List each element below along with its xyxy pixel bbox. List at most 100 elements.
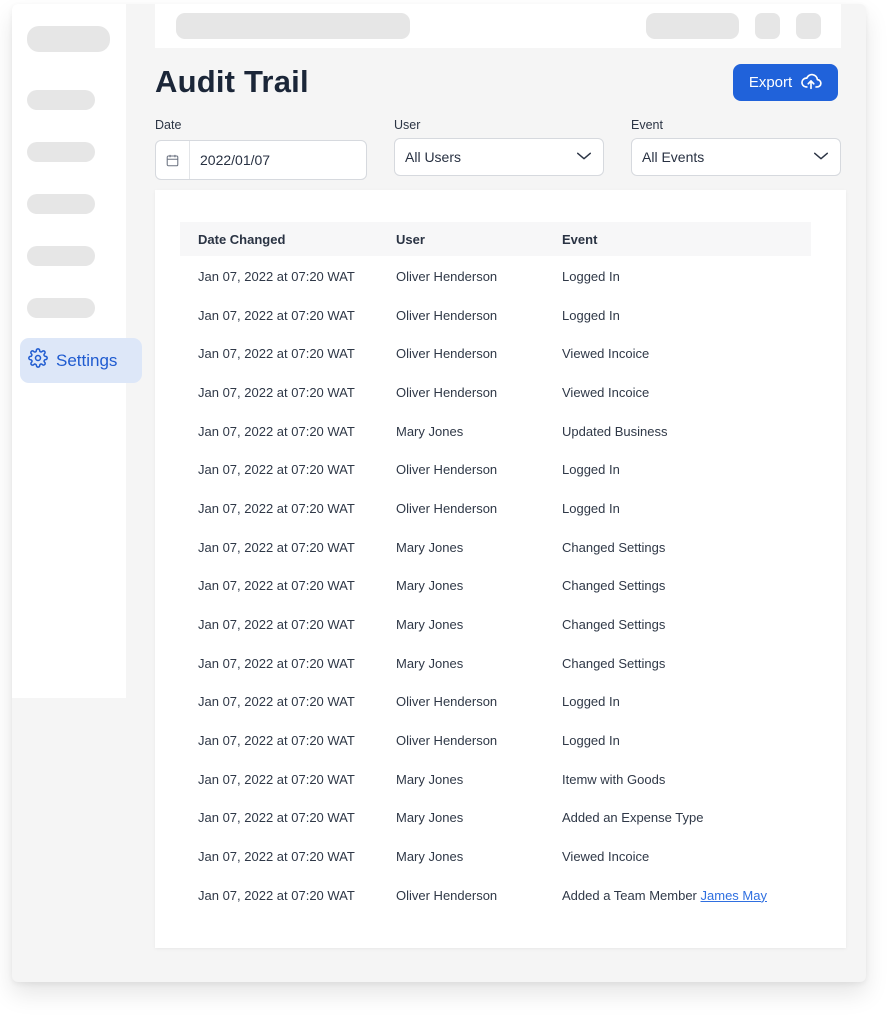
sidebar-placeholder xyxy=(27,298,95,318)
cell-event: Logged In xyxy=(562,268,620,284)
gear-icon xyxy=(28,348,48,373)
cell-date: Jan 07, 2022 at 07:20 WAT xyxy=(198,462,355,478)
date-field[interactable]: 2022/01/07 xyxy=(155,140,367,180)
cell-date: Jan 07, 2022 at 07:20 WAT xyxy=(198,733,355,749)
cell-user: Mary Jones xyxy=(396,810,464,826)
date-filter-label: Date xyxy=(155,118,182,132)
column-header-event: Event xyxy=(562,231,598,247)
event-filter-label: Event xyxy=(631,118,663,132)
sidebar-placeholder xyxy=(27,246,95,266)
cell-event: Logged In xyxy=(562,462,620,478)
cell-event: Changed Settings xyxy=(562,539,666,555)
table-row: Jan 07, 2022 at 07:20 WAT Mary Jones Chang… xyxy=(180,528,811,567)
table-row: Jan 07, 2022 at 07:20 WAT Mary Jones Added… xyxy=(180,799,811,838)
table-row: Jan 07, 2022 at 07:20 WAT Oliver Henderso… xyxy=(180,721,811,760)
cell-user: Oliver Henderson xyxy=(396,307,498,323)
cell-event: Updated Business xyxy=(562,423,668,439)
audit-table: Date Changed User Event Jan 07, 2022 at … xyxy=(155,190,846,948)
cell-user: Mary Jones xyxy=(396,655,464,671)
cell-event: Logged In xyxy=(562,307,620,323)
cell-date: Jan 07, 2022 at 07:20 WAT xyxy=(198,539,355,555)
cell-event: Added an Expense Type xyxy=(562,810,704,826)
cell-user: Mary Jones xyxy=(396,617,464,633)
cell-user: Mary Jones xyxy=(396,849,464,865)
cell-user: Oliver Henderson xyxy=(396,887,498,903)
cell-user: Mary Jones xyxy=(396,771,464,787)
cell-date: Jan 07, 2022 at 07:20 WAT xyxy=(198,346,355,362)
calendar-icon xyxy=(156,141,190,179)
table-row: Jan 07, 2022 at 07:20 WAT Mary Jones Chang… xyxy=(180,644,811,683)
cell-user: Mary Jones xyxy=(396,539,464,555)
cell-user: Oliver Henderson xyxy=(396,462,498,478)
user-select-value: All Users xyxy=(405,149,462,165)
table-row: Jan 07, 2022 at 07:20 WAT Oliver Henderso… xyxy=(180,683,811,722)
cell-user: Mary Jones xyxy=(396,423,464,439)
table-row: Jan 07, 2022 at 07:20 WAT Oliver Henderso… xyxy=(180,257,811,296)
cell-date: Jan 07, 2022 at 07:20 WAT xyxy=(198,578,355,594)
cell-event: Logged In xyxy=(562,694,620,710)
table-row: Jan 07, 2022 at 07:20 WAT Mary Jones Chang… xyxy=(180,605,811,644)
cell-user: Oliver Henderson xyxy=(396,694,498,710)
cell-event: Changed Settings xyxy=(562,578,666,594)
sidebar-placeholder xyxy=(27,26,110,52)
user-filter-label: User xyxy=(394,118,421,132)
cell-event: Logged In xyxy=(562,733,620,749)
topbar-placeholder xyxy=(796,13,821,39)
cell-event: Changed Settings xyxy=(562,617,666,633)
event-select[interactable]: All Events xyxy=(631,138,841,176)
cell-date: Jan 07, 2022 at 07:20 WAT xyxy=(198,617,355,633)
sidebar-item-settings[interactable]: Settings xyxy=(20,338,142,383)
cell-date: Jan 07, 2022 at 07:20 WAT xyxy=(198,268,355,284)
cell-user: Oliver Henderson xyxy=(396,500,498,516)
cell-user: Oliver Henderson xyxy=(396,733,498,749)
table-row: Jan 07, 2022 at 07:20 WAT Oliver Henderso… xyxy=(180,450,811,489)
table-header: Date Changed User Event xyxy=(180,222,811,256)
cell-user: Oliver Henderson xyxy=(396,346,498,362)
date-value: 2022/01/07 xyxy=(200,152,271,168)
table-row: Jan 07, 2022 at 07:20 WAT Oliver Henderso… xyxy=(180,373,811,412)
chevron-down-icon xyxy=(575,147,593,168)
sidebar-placeholder xyxy=(27,142,95,162)
table-body: Jan 07, 2022 at 07:20 WAT Oliver Henderso… xyxy=(180,257,811,915)
event-text: Added a Team Member xyxy=(562,887,697,903)
cell-date: Jan 07, 2022 at 07:20 WAT xyxy=(198,887,355,903)
cell-event: Changed Settings xyxy=(562,655,666,671)
table-row: Jan 07, 2022 at 07:20 WAT Mary Jones Viewe… xyxy=(180,837,811,876)
column-header-date: Date Changed xyxy=(198,231,286,247)
search-placeholder xyxy=(176,13,410,39)
cell-event: Viewed Incoice xyxy=(562,346,650,362)
cell-event: Viewed Incoice xyxy=(562,384,650,400)
export-button[interactable]: Export xyxy=(733,64,838,101)
table-row: Jan 07, 2022 at 07:20 WAT Oliver Henderso… xyxy=(180,876,811,915)
table-row: Jan 07, 2022 at 07:20 WAT Mary Jones Updat… xyxy=(180,412,811,451)
user-select[interactable]: All Users xyxy=(394,138,604,176)
column-header-user: User xyxy=(396,231,425,247)
cell-date: Jan 07, 2022 at 07:20 WAT xyxy=(198,384,355,400)
sidebar-placeholder xyxy=(27,194,95,214)
cell-date: Jan 07, 2022 at 07:20 WAT xyxy=(198,655,355,671)
cloud-upload-icon xyxy=(800,70,822,96)
topbar-placeholder xyxy=(755,13,780,39)
cell-date: Jan 07, 2022 at 07:20 WAT xyxy=(198,810,355,826)
cell-date: Jan 07, 2022 at 07:20 WAT xyxy=(198,849,355,865)
cell-date: Jan 07, 2022 at 07:20 WAT xyxy=(198,307,355,323)
table-row: Jan 07, 2022 at 07:20 WAT Oliver Henderso… xyxy=(180,489,811,528)
cell-date: Jan 07, 2022 at 07:20 WAT xyxy=(198,771,355,787)
cell-event: Added a Team Member James May xyxy=(562,888,811,903)
table-row: Jan 07, 2022 at 07:20 WAT Mary Jones Itemw… xyxy=(180,760,811,799)
cell-user: Mary Jones xyxy=(396,578,464,594)
page-title: Audit Trail xyxy=(155,64,309,99)
table-row: Jan 07, 2022 at 07:20 WAT Oliver Henderso… xyxy=(180,296,811,335)
team-member-link[interactable]: James May xyxy=(701,888,767,903)
table-row: Jan 07, 2022 at 07:20 WAT Mary Jones Chang… xyxy=(180,567,811,606)
table-row: Jan 07, 2022 at 07:20 WAT Oliver Henderso… xyxy=(180,334,811,373)
sidebar-placeholder xyxy=(27,90,95,110)
event-select-value: All Events xyxy=(642,149,705,165)
export-button-label: Export xyxy=(748,74,793,91)
topbar-placeholder xyxy=(646,13,739,39)
cell-user: Oliver Henderson xyxy=(396,384,498,400)
cell-date: Jan 07, 2022 at 07:20 WAT xyxy=(198,500,355,516)
cell-event: Logged In xyxy=(562,500,620,516)
app-window: Settings Audit Trail Export Date User Ev… xyxy=(12,4,866,982)
sidebar-item-label: Settings xyxy=(56,350,118,370)
